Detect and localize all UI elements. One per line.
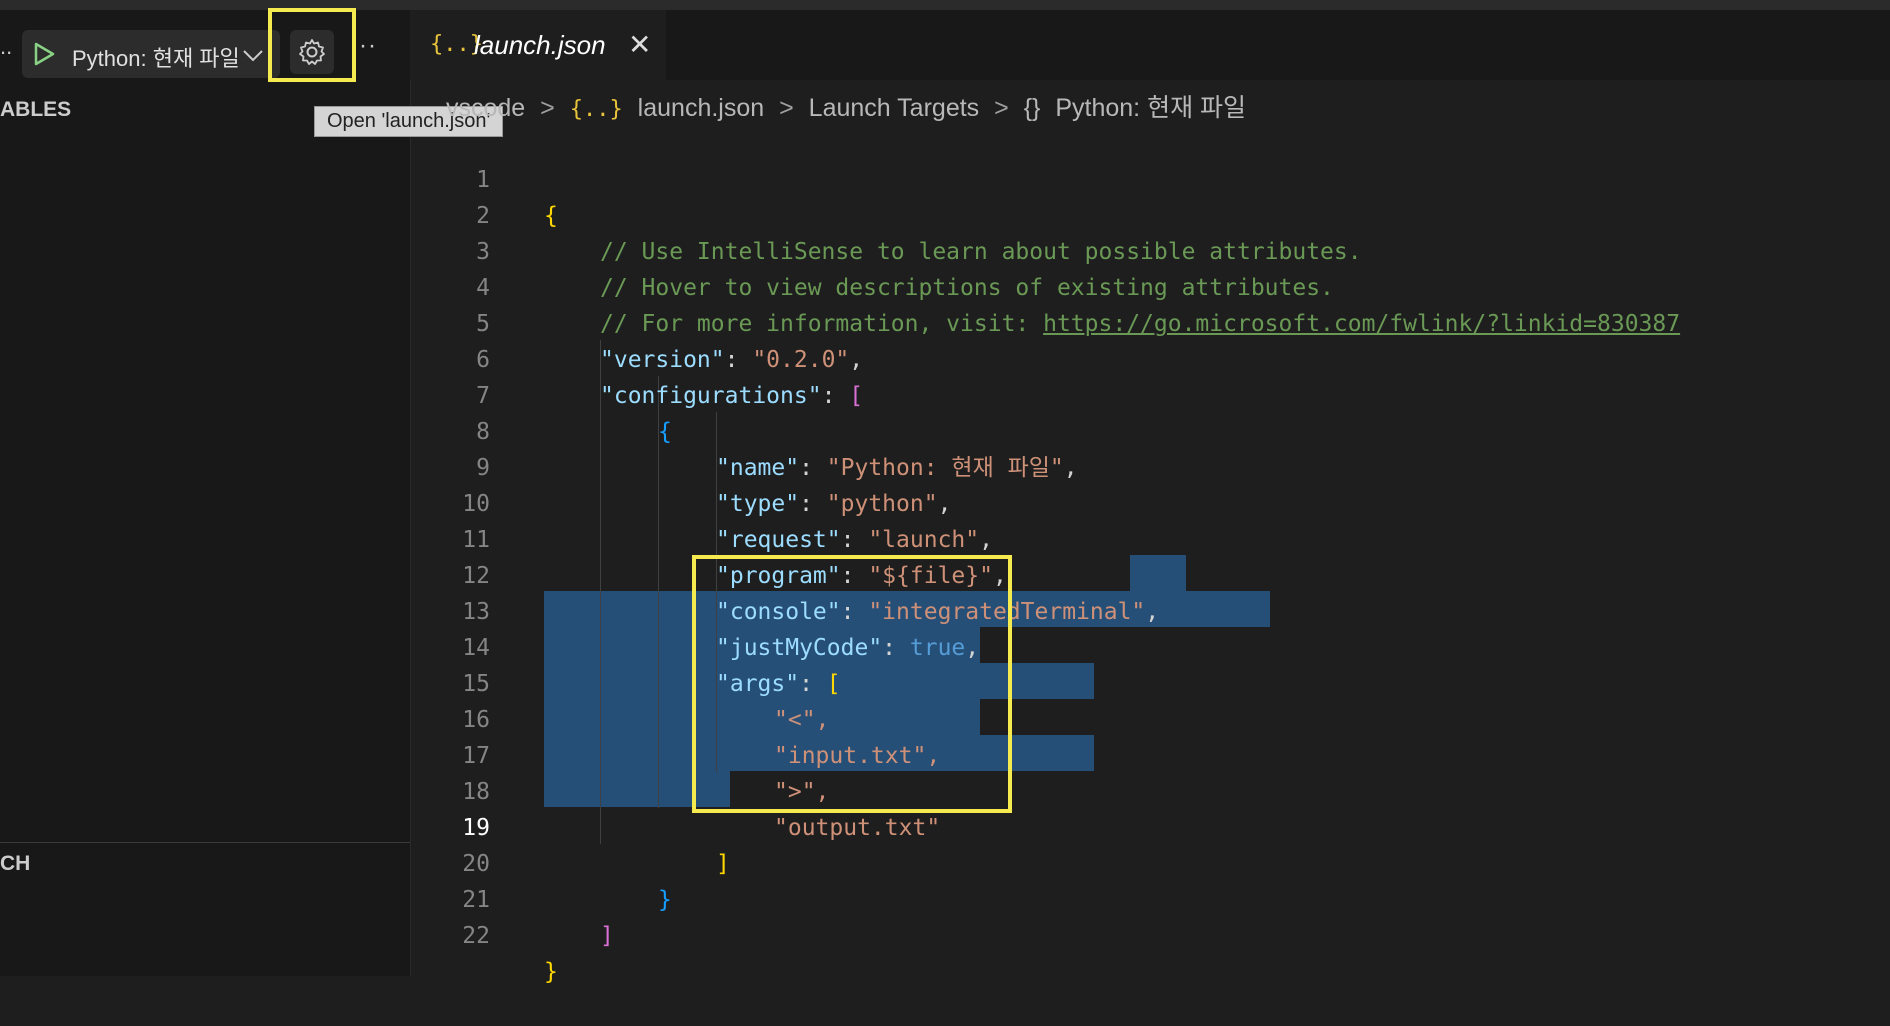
json-key: "type" — [716, 491, 800, 517]
code-line: 12 "console": "integratedTerminal", — [410, 522, 1159, 625]
tab-title: launch.json — [474, 30, 606, 60]
code-line: 7 { — [410, 342, 672, 445]
code-line: 15 "<", — [410, 630, 829, 733]
chevron-right-icon: > — [994, 94, 1009, 122]
tab-launch-json[interactable]: {..} launch.json ✕ — [410, 10, 666, 80]
code-comment: // Hover to view descriptions of existin… — [600, 275, 1334, 301]
start-debugging-icon[interactable] — [30, 40, 58, 68]
punct: , — [979, 527, 993, 553]
code-line: 5 "version": "0.2.0", — [410, 270, 863, 373]
punct: , — [849, 347, 864, 373]
code-line: 3 // Hover to view descriptions of exist… — [410, 198, 1334, 301]
editor-tab-bar: {..} launch.json ✕ — [410, 10, 1890, 80]
code-text: { — [544, 203, 558, 229]
breadcrumb-item[interactable]: Python: 현재 파일 — [1055, 94, 1246, 122]
debug-sidebar: ABLES CH — [0, 10, 411, 976]
link[interactable]: https://go.microsoft.com/fwlink/?linkid=… — [1043, 311, 1680, 337]
line-number: 22 — [462, 923, 490, 949]
punct: , — [1063, 455, 1078, 481]
json-key: "version" — [600, 347, 725, 373]
code-line: 8 "name": "Python: 현재 파일", — [410, 378, 1077, 481]
code-line: 11 "program": "${file}", — [410, 486, 1007, 589]
truncated-title: .. — [0, 34, 13, 59]
breadcrumb-folder[interactable]: vscode — [446, 94, 525, 122]
bracket: [ — [849, 383, 864, 409]
code-line: 9 "type": "python", — [410, 414, 951, 517]
code-line: 19 ] — [410, 774, 730, 877]
code-line: 13 "justMyCode": true, — [410, 558, 979, 661]
breadcrumb: vscode > {..} launch.json > Launch Targe… — [446, 88, 1254, 124]
chevron-right-icon: > — [779, 94, 794, 122]
json-key: "request" — [716, 527, 841, 553]
brace: { — [658, 419, 672, 445]
code-line: 16 "input.txt", — [410, 666, 940, 769]
breadcrumb-file[interactable]: launch.json — [638, 94, 764, 122]
punct: , — [937, 491, 952, 517]
code-line: 6 "configurations": [ — [410, 306, 863, 409]
chevron-right-icon: > — [540, 94, 555, 122]
json-key: "configurations" — [600, 383, 822, 409]
gear-highlight-box — [268, 8, 356, 82]
watch-section-header[interactable]: CH — [0, 852, 30, 876]
code-line: 18 "output.txt" — [410, 738, 940, 841]
args-highlight-box — [692, 555, 1012, 813]
object-icon: {} — [1023, 94, 1041, 122]
code-line: 14 "args": [ — [410, 594, 840, 697]
code-line: 2 // Use IntelliSense to learn about pos… — [410, 162, 1361, 265]
selection-highlight — [1130, 555, 1186, 591]
breadcrumb-section[interactable]: Launch Targets — [809, 94, 980, 122]
json-key: "name" — [716, 455, 800, 481]
code-line: 17 ">", — [410, 702, 829, 805]
punct: , — [1145, 599, 1160, 625]
code-comment: // For more information, visit: — [600, 311, 1044, 337]
section-divider — [0, 842, 410, 843]
close-icon[interactable]: ✕ — [628, 28, 651, 61]
brace: } — [544, 959, 558, 985]
code-editor[interactable]: 1 { 2 // Use IntelliSense to learn about… — [410, 126, 1890, 985]
brace: } — [658, 887, 672, 913]
json-value: "output.txt" — [774, 815, 941, 841]
variables-section-header[interactable]: ABLES — [0, 98, 71, 122]
code-line: 20 } — [410, 810, 672, 913]
json-value: "0.2.0" — [752, 347, 850, 373]
code-line: 4 // For more information, visit: https:… — [410, 234, 1680, 337]
indent-guide — [600, 340, 601, 844]
bracket: ] — [600, 923, 614, 949]
chevron-down-icon[interactable] — [240, 42, 266, 68]
code-line: 10 "request": "launch", — [410, 450, 993, 553]
code-line: 21 ] — [410, 846, 614, 949]
code-line: 1 { — [410, 126, 558, 229]
run-config-group: Python: 현재 파일 — [22, 30, 280, 78]
json-value: "Python: 현재 파일" — [826, 455, 1064, 481]
code-line: 22 } — [410, 882, 558, 985]
json-value: "python" — [826, 491, 938, 517]
bracket: ] — [716, 851, 730, 877]
json-file-icon: {..} — [569, 97, 623, 122]
json-value: "launch" — [868, 527, 980, 553]
launch-config-select[interactable]: Python: 현재 파일 — [72, 41, 252, 73]
code-comment: // Use IntelliSense to learn about possi… — [600, 239, 1362, 265]
